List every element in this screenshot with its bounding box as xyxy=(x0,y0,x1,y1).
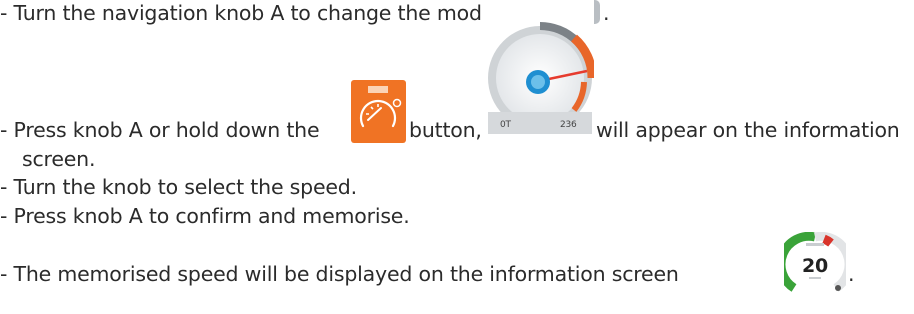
instruction-line-4: - Turn the knob to select the speed. xyxy=(0,175,357,199)
gauge-left-label: 0T xyxy=(500,120,512,130)
instruction-line-5: - Press knob A to confirm and memorise. xyxy=(0,204,410,228)
continuation-text: screen. xyxy=(22,147,96,171)
button-word: button, xyxy=(409,118,482,142)
instruction-line-2-end: will appear on the information xyxy=(596,118,900,142)
gauge-right-label: 236 xyxy=(560,120,577,130)
period: . xyxy=(848,262,855,286)
instruction-text: - Press knob A or hold down the xyxy=(0,118,320,142)
instruction-text-end: will appear on the information xyxy=(596,118,900,142)
instruction-text: - Turn the navigation knob A to change t… xyxy=(0,1,495,25)
instruction-line-2: - Press knob A or hold down the xyxy=(0,118,320,142)
instruction-line-3: screen. xyxy=(22,147,95,171)
period: . xyxy=(603,1,610,25)
instruction-text: - Press knob A to confirm and memorise. xyxy=(0,204,410,228)
instruction-line-6: - The memorised speed will be displayed … xyxy=(0,262,679,286)
memorised-speed-gauge: 20 xyxy=(776,231,854,294)
instruction-line-2-middle: button, xyxy=(409,118,482,142)
memorised-speed-value: 20 xyxy=(802,255,828,277)
instruction-line-1: - Turn the navigation knob A to change t… xyxy=(0,1,494,25)
speedometer-icon xyxy=(351,80,406,143)
instruction-line-6-end: . xyxy=(848,262,855,286)
instruction-text: - Turn the knob to select the speed. xyxy=(0,175,357,199)
speed-gauge-display: 0T 236 xyxy=(482,0,597,145)
instruction-text: - The memorised speed will be displayed … xyxy=(0,262,679,286)
instruction-line-1-end: . xyxy=(603,1,610,25)
